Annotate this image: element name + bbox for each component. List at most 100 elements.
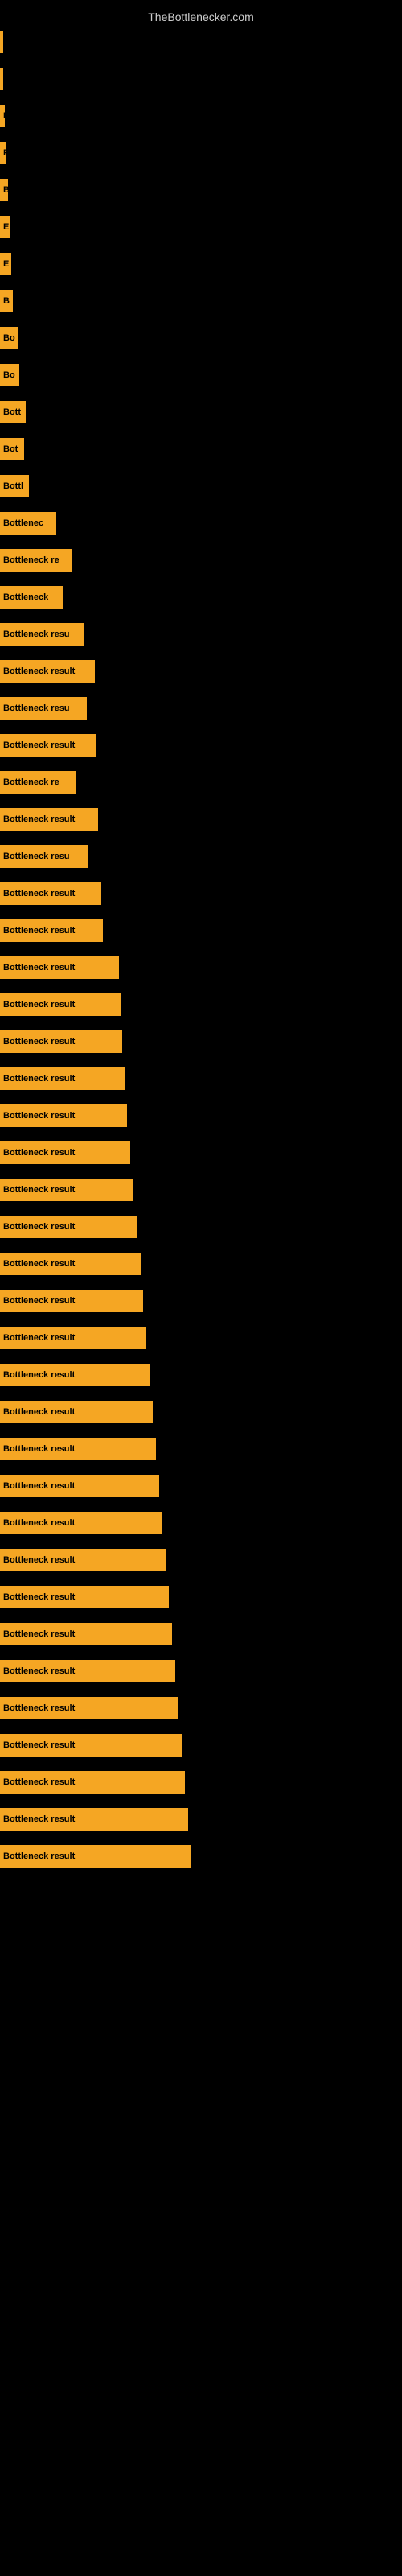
- bar-item: B: [0, 290, 13, 312]
- bar-item: Bottleneck result: [0, 1401, 153, 1423]
- bar-label: Bottleneck result: [3, 1370, 75, 1380]
- bar-item: F: [0, 142, 6, 164]
- bar-item: Bott: [0, 401, 26, 423]
- bar-item: Bottleneck resu: [0, 697, 87, 720]
- bar-item: Bottleneck result: [0, 1771, 185, 1794]
- bar-item: Bottleneck result: [0, 1327, 146, 1349]
- bar-row: E: [0, 246, 402, 282]
- bar-item: Bottleneck resu: [0, 845, 88, 868]
- bar-label: Bottleneck result: [3, 1185, 75, 1195]
- bar-item: Bottleneck result: [0, 1438, 156, 1460]
- bar-item: Bottleneck re: [0, 771, 76, 794]
- bar-label: Bottleneck result: [3, 1518, 75, 1528]
- bar-row: Bottleneck result: [0, 1765, 402, 1800]
- bar-label: Bot: [3, 444, 18, 454]
- bar-label: Bottleneck result: [3, 889, 75, 898]
- bar-label: Bottleneck result: [3, 1814, 75, 1824]
- bar-label: Bo: [3, 333, 15, 343]
- bar-item: Bottleneck result: [0, 1216, 137, 1238]
- bar-item: Bottleneck result: [0, 1549, 166, 1571]
- bar-label: Bottleneck re: [3, 778, 59, 787]
- bar-item: Bottleneck result: [0, 1845, 191, 1868]
- bar-label: Bottleneck re: [3, 555, 59, 565]
- bar-row: Bottleneck resu: [0, 839, 402, 874]
- bar-item: Bottleneck result: [0, 1808, 188, 1831]
- bar-label: Bottleneck result: [3, 1852, 75, 1861]
- bar-item: B: [0, 179, 8, 201]
- bar-item: Bottleneck result: [0, 1475, 159, 1497]
- bar-row: E: [0, 98, 402, 134]
- bar-item: Bot: [0, 438, 24, 460]
- bar-item: Bottleneck result: [0, 1512, 162, 1534]
- bar-label: Bottlenec: [3, 518, 43, 528]
- bar-item: Bottleneck result: [0, 993, 121, 1016]
- bar-row: Bot: [0, 431, 402, 467]
- bar-item: Bottleneck result: [0, 956, 119, 979]
- bar-row: Bottleneck result: [0, 654, 402, 689]
- bar-label: Bottleneck resu: [3, 630, 70, 639]
- bar-label: B: [3, 185, 8, 195]
- bar-row: Bottleneck result: [0, 1246, 402, 1282]
- bar-row: Bottleneck result: [0, 1209, 402, 1245]
- bar-row: Bottleneck result: [0, 1394, 402, 1430]
- bar-label: Bottleneck resu: [3, 704, 70, 713]
- bar-label: Bottleneck result: [3, 1333, 75, 1343]
- bar-label: Bottleneck result: [3, 741, 75, 750]
- bar-label: Bottleneck result: [3, 1037, 75, 1046]
- bar-row: F: [0, 135, 402, 171]
- bar-row: Bottleneck result: [0, 1839, 402, 1874]
- bar-item: Bottleneck result: [0, 1623, 172, 1645]
- bar-row: Bottleneck result: [0, 1616, 402, 1652]
- bar-item: Bottleneck result: [0, 1364, 150, 1386]
- bar-label: Bottleneck: [3, 592, 48, 602]
- bar-row: Bottleneck result: [0, 1728, 402, 1763]
- bar-row: Bottleneck result: [0, 1172, 402, 1208]
- bar-row: Bottleneck result: [0, 1283, 402, 1319]
- bar-item: Bottleneck result: [0, 882, 100, 905]
- bar-item: Bottl: [0, 475, 29, 497]
- bar-row: [0, 61, 402, 97]
- bar-label: Bottleneck result: [3, 1148, 75, 1158]
- bar-label: Bottleneck result: [3, 1481, 75, 1491]
- bar-label: Bottl: [3, 481, 23, 491]
- bar-item: Bottleneck resu: [0, 623, 84, 646]
- bar-item: [0, 31, 3, 53]
- bar-row: Bottleneck result: [0, 1357, 402, 1393]
- bar-item: Bottleneck result: [0, 1104, 127, 1127]
- bar-row: Bottleneck: [0, 580, 402, 615]
- bars-container: E F B E E B Bo Bo Bott Bot Bottl Bottlenec Bottlenec…: [0, 24, 402, 1876]
- bar-row: B: [0, 283, 402, 319]
- bar-label: F: [3, 148, 6, 158]
- bar-row: Bottleneck result: [0, 950, 402, 985]
- bar-row: Bottleneck result: [0, 1505, 402, 1541]
- bar-item: Bottleneck result: [0, 734, 96, 757]
- bar-row: Bott: [0, 394, 402, 430]
- bar-label: Bottleneck result: [3, 1777, 75, 1787]
- bar-row: Bottleneck resu: [0, 691, 402, 726]
- bar-item: Bottleneck result: [0, 1697, 178, 1719]
- bar-label: E: [3, 259, 9, 269]
- bar-label: Bottleneck result: [3, 1666, 75, 1676]
- bar-row: [0, 24, 402, 60]
- bar-label: Bottleneck result: [3, 1074, 75, 1084]
- bar-label: Bottleneck resu: [3, 852, 70, 861]
- bar-item: E: [0, 253, 11, 275]
- bar-item: Bo: [0, 364, 19, 386]
- bar-row: Bottleneck result: [0, 1135, 402, 1170]
- bar-label: Bottleneck result: [3, 1222, 75, 1232]
- bar-item: Bottleneck result: [0, 660, 95, 683]
- bar-item: Bottleneck result: [0, 919, 103, 942]
- bar-row: E: [0, 209, 402, 245]
- bar-row: Bottleneck resu: [0, 617, 402, 652]
- bar-label: Bottleneck result: [3, 1740, 75, 1750]
- bar-item: [0, 68, 3, 90]
- bar-item: Bottleneck result: [0, 1290, 143, 1312]
- bar-row: Bottleneck result: [0, 1431, 402, 1467]
- bar-item: E: [0, 216, 10, 238]
- bar-row: Bottleneck result: [0, 913, 402, 948]
- bar-label: E: [3, 111, 5, 121]
- bar-row: Bottleneck result: [0, 1061, 402, 1096]
- bar-label: Bottleneck result: [3, 1111, 75, 1121]
- bar-label: Bottleneck result: [3, 926, 75, 935]
- bar-item: Bottleneck result: [0, 1660, 175, 1682]
